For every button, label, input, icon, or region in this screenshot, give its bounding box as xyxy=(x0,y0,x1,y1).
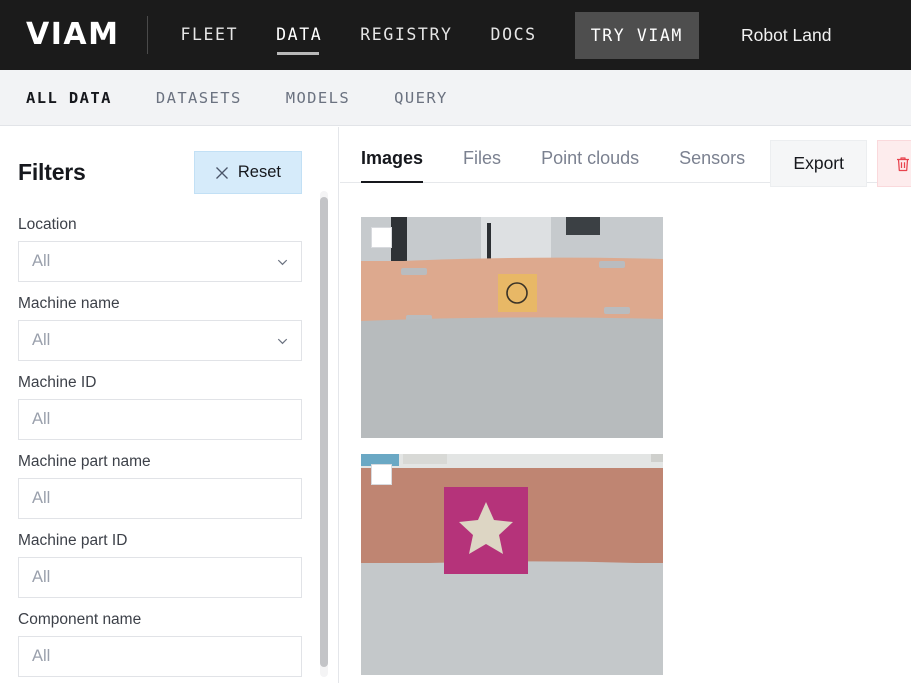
filter-field-machine-part-name: Machine part name All xyxy=(18,453,302,519)
filter-input-machine-part-id[interactable]: All xyxy=(18,557,302,598)
filter-field-machine-name: Machine name All xyxy=(18,295,302,361)
primary-nav-items: FLEET DATA REGISTRY DOCS xyxy=(180,15,574,56)
filter-field-component-name: Component name All xyxy=(18,611,302,677)
image-thumbnail[interactable] xyxy=(361,454,663,675)
filter-value-location: All xyxy=(32,252,51,270)
filter-value-component-name: All xyxy=(32,647,51,665)
filter-input-machine-id[interactable]: All xyxy=(18,399,302,440)
chevron-down-icon xyxy=(277,259,288,265)
filter-select-machine-name[interactable]: All xyxy=(18,320,302,361)
filter-field-machine-part-id: Machine part ID All xyxy=(18,532,302,598)
filter-field-machine-id: Machine ID All xyxy=(18,374,302,440)
reset-filters-label: Reset xyxy=(237,163,281,181)
filter-value-machine-id: All xyxy=(32,410,51,428)
try-viam-button[interactable]: TRY VIAM xyxy=(574,11,699,59)
subnav-item-datasets[interactable]: DATASETS xyxy=(156,89,242,107)
image-thumbnail[interactable] xyxy=(361,217,663,438)
subnav-item-query[interactable]: QUERY xyxy=(394,89,448,107)
filter-value-machine-name: All xyxy=(32,331,51,349)
filter-select-location[interactable]: All xyxy=(18,241,302,282)
filter-input-machine-part-name[interactable]: All xyxy=(18,478,302,519)
image-select-checkbox[interactable] xyxy=(371,464,392,485)
delete-button[interactable] xyxy=(877,140,911,187)
images-grid xyxy=(361,217,911,683)
filter-label-machine-id: Machine ID xyxy=(18,374,97,391)
subnav-item-all-data[interactable]: ALL DATA xyxy=(26,89,112,107)
reset-filters-button[interactable]: Reset xyxy=(193,151,302,194)
filter-label-component-name: Component name xyxy=(18,611,142,628)
image-preview xyxy=(361,454,663,675)
tab-files[interactable]: Files xyxy=(463,148,501,182)
filters-header: Filters Reset xyxy=(18,151,302,194)
data-page: VIAM FLEET DATA REGISTRY DOCS TRY VIAM R… xyxy=(0,0,911,683)
filter-label-machine-part-name: Machine part name xyxy=(18,453,151,470)
filters-title: Filters xyxy=(18,159,86,185)
organization-name[interactable]: Robot Land xyxy=(741,25,832,46)
nav-divider xyxy=(147,16,149,54)
trash-icon xyxy=(897,156,909,171)
close-x-icon xyxy=(215,166,228,179)
top-navigation-bar: VIAM FLEET DATA REGISTRY DOCS TRY VIAM R… xyxy=(0,0,911,70)
data-actions: Export xyxy=(770,140,911,187)
sidebar-scrollbar-thumb[interactable] xyxy=(320,197,328,667)
nav-item-data[interactable]: DATA xyxy=(276,15,322,56)
filter-label-machine-part-id: Machine part ID xyxy=(18,532,128,549)
filter-input-component-name[interactable]: All xyxy=(18,636,302,677)
tab-sensors[interactable]: Sensors xyxy=(679,148,745,182)
chevron-down-icon xyxy=(277,338,288,344)
filter-label-location: Location xyxy=(18,216,77,233)
viam-logo[interactable]: VIAM xyxy=(26,20,119,50)
filter-value-machine-part-id: All xyxy=(32,568,51,586)
image-preview xyxy=(361,217,663,438)
tab-images[interactable]: Images xyxy=(361,148,424,183)
export-button[interactable]: Export xyxy=(770,140,867,187)
tab-point-clouds[interactable]: Point clouds xyxy=(541,148,639,182)
image-select-checkbox[interactable] xyxy=(371,227,392,248)
sub-navigation-bar: ALL DATA DATASETS MODELS QUERY xyxy=(0,70,911,126)
subnav-item-models[interactable]: MODELS xyxy=(286,89,350,107)
data-content-panel: Images Files Point clouds Sensors Export xyxy=(340,127,911,683)
nav-item-registry[interactable]: REGISTRY xyxy=(360,15,452,56)
filter-value-machine-part-name: All xyxy=(32,489,51,507)
filters-sidebar-content: Filters Reset Location All Machine name … xyxy=(0,127,322,683)
data-type-tabs: Images Files Point clouds Sensors Export xyxy=(340,127,911,187)
nav-item-fleet[interactable]: FLEET xyxy=(180,15,238,56)
filter-field-location: Location All xyxy=(18,216,302,282)
nav-item-docs[interactable]: DOCS xyxy=(491,15,537,56)
filters-sidebar: Filters Reset Location All Machine name … xyxy=(0,127,339,683)
filter-label-machine-name: Machine name xyxy=(18,295,120,312)
